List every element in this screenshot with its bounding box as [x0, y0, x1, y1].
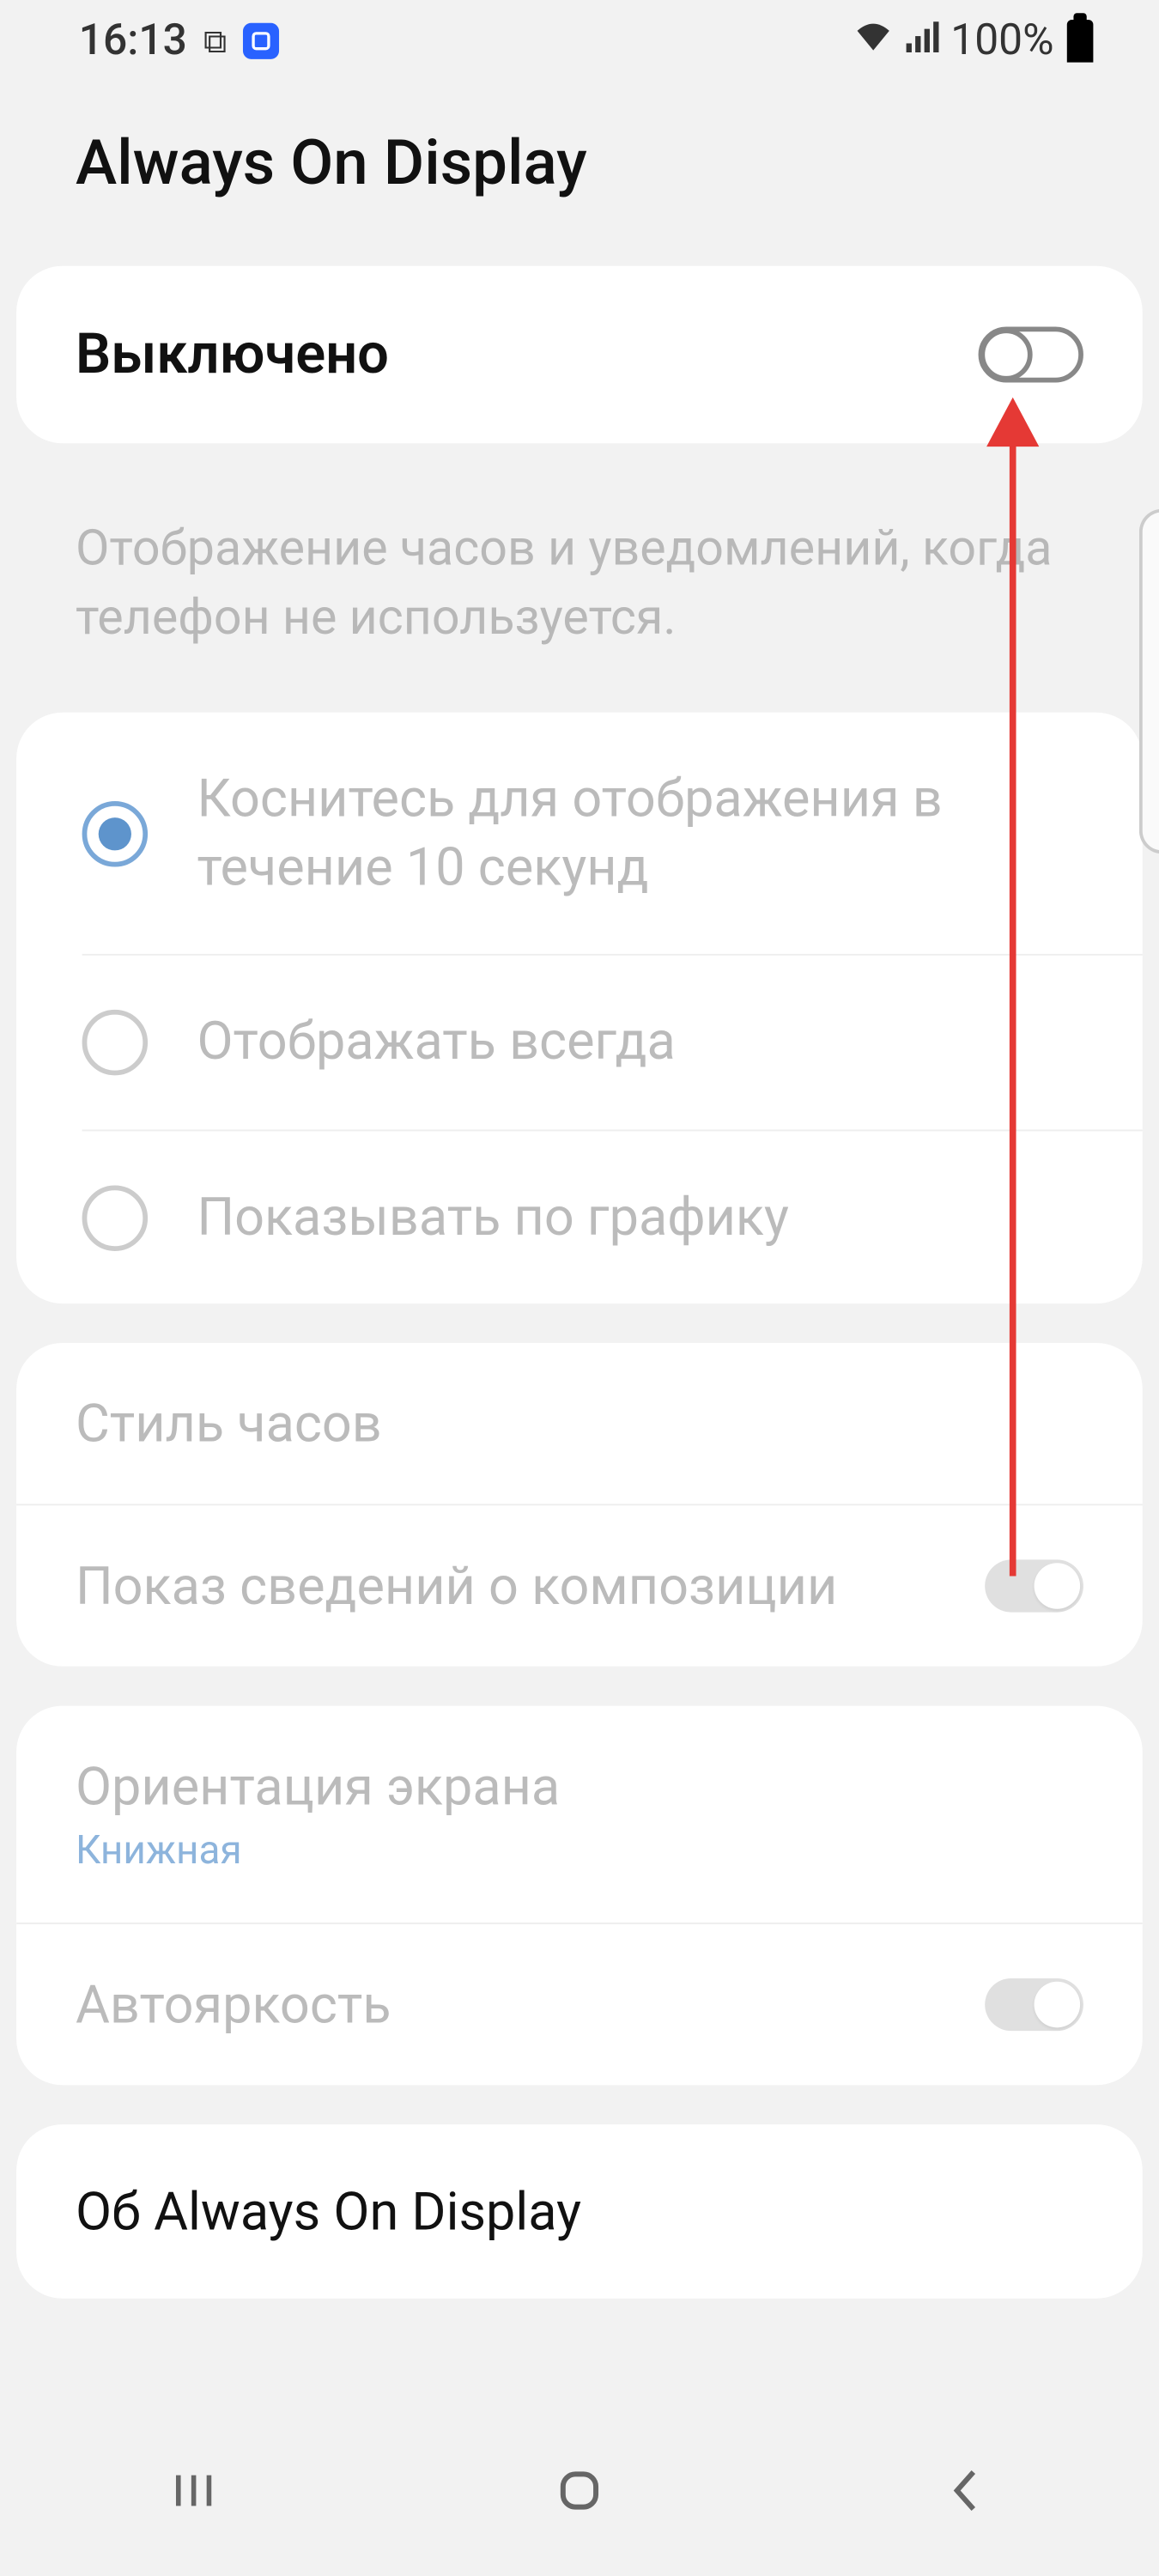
feature-description: Отображение часов и уведомлений, когда т… — [0, 483, 1159, 713]
battery-percentage: 100% — [950, 16, 1053, 65]
music-info-toggle[interactable] — [985, 1560, 1083, 1613]
radio-icon — [82, 800, 148, 866]
about-label: Об Always On Display — [76, 2181, 1083, 2244]
status-bar: 16:13 ⧉ 100% — [0, 0, 1159, 82]
wifi-icon — [853, 16, 895, 65]
setting-auto-brightness[interactable]: Автояркость — [16, 1923, 1143, 2086]
radio-option-tap[interactable]: Коснитесь для отображения в течение 10 с… — [16, 713, 1143, 954]
master-toggle-label: Выключено — [76, 322, 389, 387]
about-row[interactable]: Об Always On Display — [16, 2125, 1143, 2300]
radio-label: Показывать по графику — [197, 1183, 789, 1252]
navigation-bar — [0, 2436, 1159, 2544]
radio-icon — [82, 1010, 148, 1075]
back-button[interactable] — [939, 2464, 992, 2517]
auto-brightness-toggle[interactable] — [985, 1979, 1083, 2032]
status-time: 16:13 — [79, 16, 187, 65]
app-switch-icon — [243, 23, 279, 59]
recent-apps-button[interactable] — [167, 2464, 219, 2517]
setting-label: Стиль часов — [76, 1393, 382, 1455]
radio-option-schedule[interactable]: Показывать по графику — [82, 1129, 1143, 1304]
master-toggle-switch[interactable] — [979, 326, 1083, 382]
radio-icon — [82, 1185, 148, 1250]
battery-icon — [1067, 20, 1094, 63]
setting-label: Автояркость — [76, 1974, 391, 2037]
radio-label: Коснитесь для отображения в течение 10 с… — [197, 765, 1126, 902]
annotation-arrow — [1010, 427, 1016, 1576]
setting-label: Показ сведений о композиции — [76, 1555, 837, 1618]
setting-label: Ориентация экрана — [76, 1756, 560, 1819]
setting-clock-style[interactable]: Стиль часов — [16, 1344, 1143, 1504]
notification-icon: ⧉ — [203, 21, 227, 61]
master-toggle-row[interactable]: Выключено — [16, 266, 1143, 443]
page-title: Always On Display — [0, 82, 1159, 266]
scroll-handle[interactable] — [1139, 509, 1159, 854]
home-button[interactable] — [553, 2464, 605, 2517]
setting-value: Книжная — [76, 1828, 560, 1874]
radio-label: Отображать всегда — [197, 1008, 675, 1077]
setting-music-info[interactable]: Показ сведений о композиции — [16, 1504, 1143, 1667]
signal-icon — [905, 16, 941, 65]
radio-option-always[interactable]: Отображать всегда — [82, 954, 1143, 1129]
setting-orientation[interactable]: Ориентация экрана Книжная — [16, 1706, 1143, 1923]
